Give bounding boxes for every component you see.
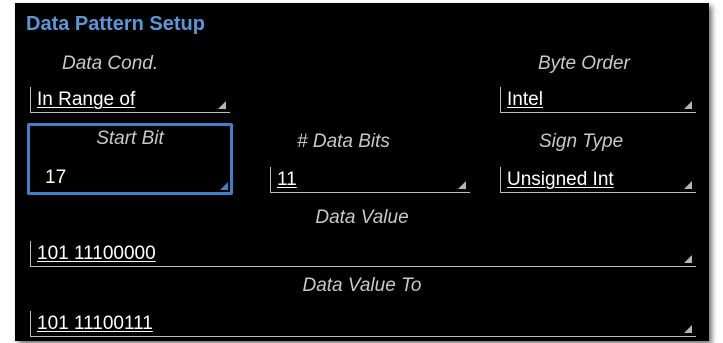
data-bits-value: 11 — [277, 169, 297, 190]
dropdown-triangle-icon — [218, 101, 226, 109]
data-pattern-setup-panel: Data Pattern Setup Data Cond. Byte Order… — [15, 3, 709, 341]
sign-type-label: Sign Type — [539, 131, 624, 152]
dropdown-triangle-icon — [684, 325, 692, 333]
data-value-to-label: Data Value To — [302, 275, 422, 296]
data-value-field[interactable]: 101 11100000 — [30, 241, 696, 267]
dropdown-triangle-icon — [684, 255, 692, 263]
data-bits-label: # Data Bits — [297, 131, 390, 152]
data-value-to-field[interactable]: 101 11100111 — [30, 311, 696, 337]
byte-order-dropdown[interactable]: Intel — [500, 87, 696, 113]
data-cond-value: In Range of — [37, 89, 136, 110]
dropdown-triangle-icon — [458, 181, 466, 189]
start-bit-field[interactable]: Start Bit 17 — [27, 123, 233, 195]
data-cond-dropdown[interactable]: In Range of — [30, 87, 230, 113]
dropdown-triangle-icon — [684, 101, 692, 109]
panel-title: Data Pattern Setup — [26, 13, 205, 35]
byte-order-label: Byte Order — [538, 53, 630, 74]
data-value-label: Data Value — [315, 207, 409, 228]
data-value-to-value: 101 11100111 — [37, 313, 153, 334]
byte-order-value: Intel — [507, 89, 543, 110]
data-bits-dropdown[interactable]: 11 — [270, 167, 470, 193]
start-bit-value: 17 — [45, 167, 67, 188]
sign-type-dropdown[interactable]: Unsigned Int — [500, 167, 696, 193]
data-cond-label: Data Cond. — [62, 53, 159, 74]
start-bit-label: Start Bit — [96, 128, 164, 149]
dropdown-triangle-icon — [220, 182, 228, 190]
dropdown-triangle-icon — [684, 181, 692, 189]
data-value-value: 101 11100000 — [37, 243, 156, 264]
sign-type-value: Unsigned Int — [507, 169, 614, 190]
